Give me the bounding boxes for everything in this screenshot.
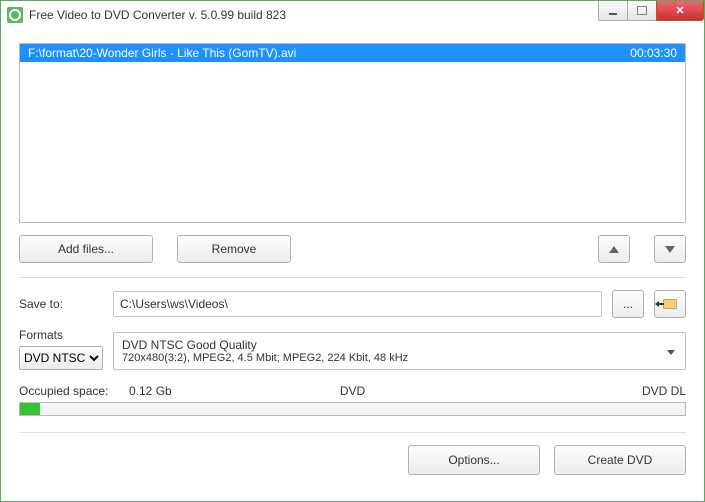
maximize-button[interactable] [627,1,657,21]
divider [19,277,686,278]
progress-fill [20,403,40,415]
window-controls [599,1,704,21]
move-down-button[interactable] [654,235,686,263]
file-path: F:\format\20-Wonder Girls - Like This (G… [28,46,296,60]
format-detail-dropdown[interactable]: DVD NTSC Good Quality 720x480(3:2), MPEG… [113,332,686,370]
arrow-up-icon [609,246,619,253]
minimize-button[interactable] [598,1,628,21]
window-title: Free Video to DVD Converter v. 5.0.99 bu… [29,8,286,22]
remove-button[interactable]: Remove [177,235,291,263]
divider-2 [19,432,686,433]
format-detail-line2: 720x480(3:2), MPEG2, 4.5 Mbit; MPEG2, 22… [122,352,677,364]
occupied-label: Occupied space: [19,384,129,398]
formats-left: Formats DVD NTSC [19,328,103,370]
bottom-buttons: Options... Create DVD [19,445,686,475]
app-window: Free Video to DVD Converter v. 5.0.99 bu… [0,0,705,502]
occupied-row: Occupied space: 0.12 Gb DVD DVD DL [19,384,686,416]
file-list[interactable]: F:\format\20-Wonder Girls - Like This (G… [19,43,686,223]
browse-button[interactable]: ... [612,290,644,318]
save-to-input[interactable] [113,291,602,317]
open-folder-icon [663,299,677,309]
file-actions-row: Add files... Remove [19,235,686,263]
move-up-button[interactable] [598,235,630,263]
content-area: F:\format\20-Wonder Girls - Like This (G… [1,29,704,485]
close-button[interactable] [656,1,704,21]
occupied-value: 0.12 Gb [129,384,172,398]
dvd-marker-label: DVD [340,384,365,398]
open-folder-button[interactable] [654,290,686,318]
save-to-label: Save to: [19,297,103,311]
occupied-progress [19,402,686,416]
arrow-down-icon [665,246,675,253]
add-files-button[interactable]: Add files... [19,235,153,263]
file-duration: 00:03:30 [630,46,677,60]
occupied-labels: Occupied space: 0.12 Gb DVD DVD DL [19,384,686,398]
options-button[interactable]: Options... [408,445,540,475]
chevron-down-icon [667,344,675,358]
formats-label: Formats [19,328,103,342]
formats-combo[interactable]: DVD NTSC [19,346,103,370]
save-to-row: Save to: ... [19,290,686,318]
formats-row: Formats DVD NTSC DVD NTSC Good Quality 7… [19,328,686,370]
file-row[interactable]: F:\format\20-Wonder Girls - Like This (G… [20,44,685,62]
format-detail-line1: DVD NTSC Good Quality [122,338,677,352]
app-icon [7,7,23,23]
titlebar[interactable]: Free Video to DVD Converter v. 5.0.99 bu… [1,1,704,29]
create-dvd-button[interactable]: Create DVD [554,445,686,475]
dvd-dl-marker-label: DVD DL [642,384,686,398]
